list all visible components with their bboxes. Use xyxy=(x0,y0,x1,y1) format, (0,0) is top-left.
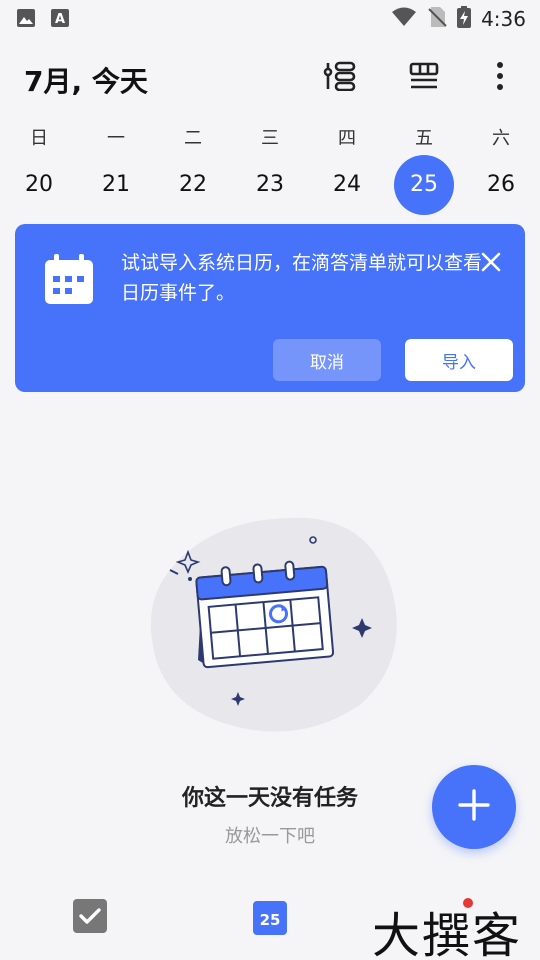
date-cell[interactable]: 23 xyxy=(240,154,300,216)
week-date-strip: 20 21 22 23 24 25 26 xyxy=(0,154,540,216)
filter-icon xyxy=(323,61,357,95)
text-notification-icon: A xyxy=(50,8,70,32)
wifi-icon xyxy=(391,7,417,31)
view-toggle-button[interactable] xyxy=(404,58,444,98)
view-toggle-icon xyxy=(409,61,439,95)
gallery-notification-icon xyxy=(16,8,36,32)
checkbox-icon xyxy=(73,899,107,937)
weekday-label: 日 xyxy=(30,128,48,149)
status-bar: A 4:36 xyxy=(0,0,540,36)
banner-message: 试试导入系统日历，在滴答清单就可以查看日历事件了。 xyxy=(121,252,483,304)
weekday-label: 四 xyxy=(338,128,356,149)
date-cell[interactable]: 24 xyxy=(317,154,377,216)
battery-charging-icon xyxy=(457,6,472,32)
weekday-label: 五 xyxy=(415,128,433,149)
weekday-label: 三 xyxy=(261,128,279,149)
svg-text:A: A xyxy=(55,12,65,27)
filter-button[interactable] xyxy=(320,58,360,98)
cancel-button[interactable]: 取消 xyxy=(273,339,381,381)
week-day-labels: 日 一 二 三 四 五 六 xyxy=(0,124,540,152)
add-task-button[interactable] xyxy=(432,765,516,849)
more-button[interactable] xyxy=(480,58,520,98)
page-title: 7月, 今天 xyxy=(24,65,148,98)
status-time: 4:36 xyxy=(481,7,526,31)
more-icon xyxy=(496,61,504,95)
nav-calendar[interactable]: 25 xyxy=(250,898,290,938)
date-cell-selected[interactable]: 25 xyxy=(394,155,454,215)
calendar-nav-icon: 25 xyxy=(253,901,287,935)
weekday-label: 二 xyxy=(184,128,202,149)
close-icon[interactable] xyxy=(479,250,503,274)
date-cell[interactable]: 20 xyxy=(9,154,69,216)
empty-calendar-illustration xyxy=(140,510,410,740)
watermark-logo: 大撰客 xyxy=(372,908,523,960)
calendar-icon xyxy=(45,254,93,308)
nav-tasks[interactable] xyxy=(70,898,110,938)
date-cell[interactable]: 21 xyxy=(86,154,146,216)
date-cell[interactable]: 22 xyxy=(163,154,223,216)
calendar-nav-badge: 25 xyxy=(259,911,281,929)
header: 7月, 今天 xyxy=(0,44,540,112)
no-sim-icon xyxy=(427,6,447,32)
weekday-label: 一 xyxy=(107,128,125,149)
plus-icon xyxy=(458,789,490,825)
notification-dot xyxy=(463,898,473,908)
date-cell[interactable]: 26 xyxy=(471,154,531,216)
import-calendar-banner: 试试导入系统日历，在滴答清单就可以查看日历事件了。 取消 导入 xyxy=(15,224,525,392)
import-button[interactable]: 导入 xyxy=(405,339,513,381)
weekday-label: 六 xyxy=(492,128,510,149)
